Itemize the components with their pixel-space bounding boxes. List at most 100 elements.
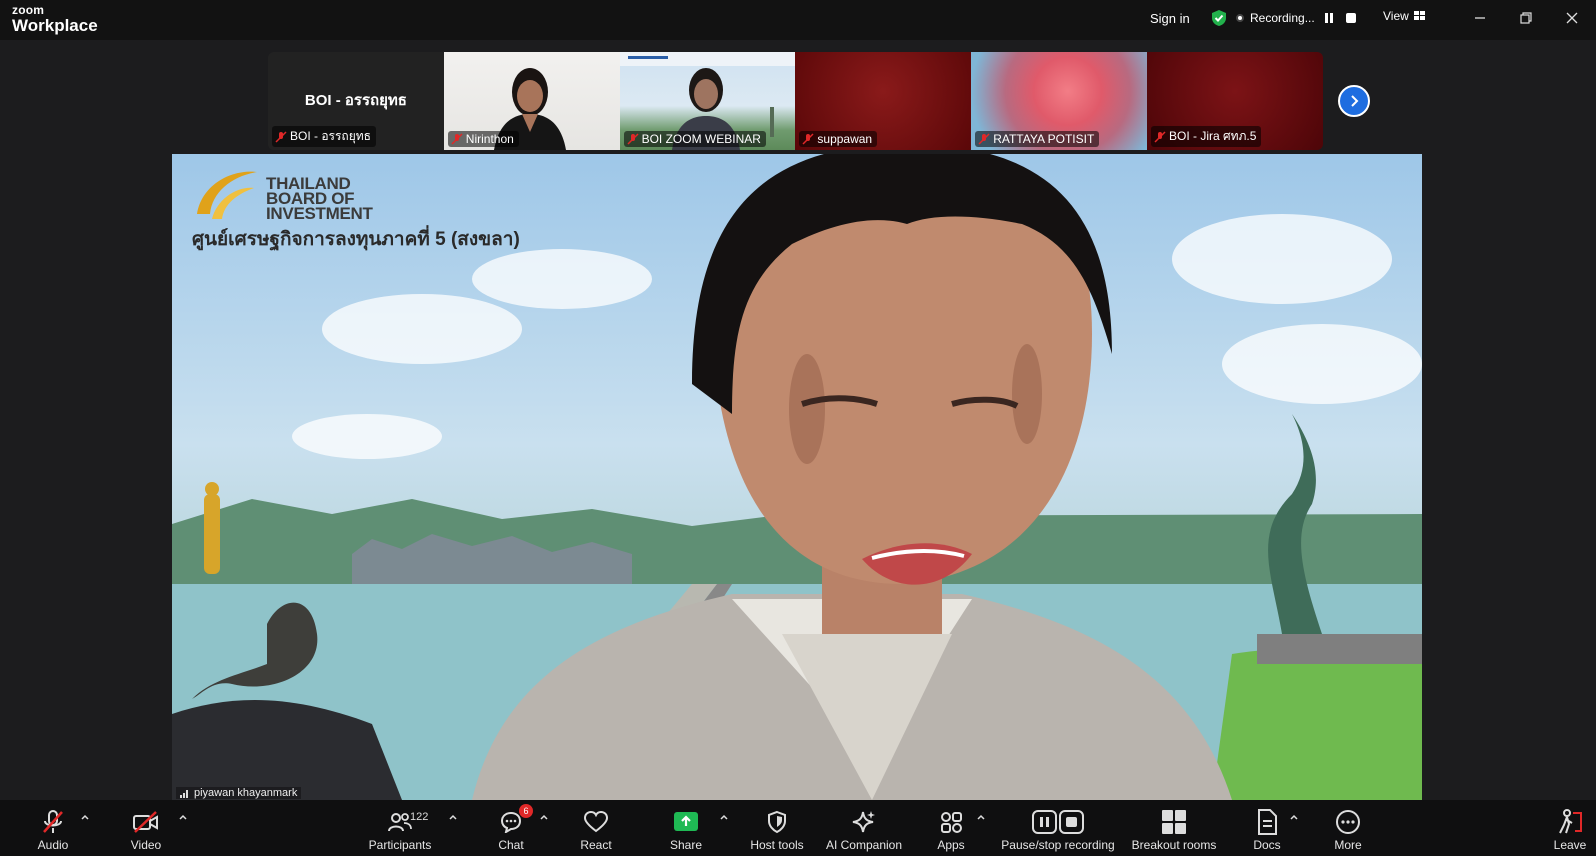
meeting-toolbar: Audio Video 122 Participants 6 Chat Reac…	[0, 800, 1596, 856]
apps-options-chevron-icon[interactable]	[976, 812, 986, 822]
participant-thumbnail-strip: BOI - อรรถยุทธ BOI - อรรถยุทธ Nirinthon	[268, 52, 1323, 150]
participant-name: BOI - Jira ศทภ.5	[1168, 129, 1257, 143]
breakout-rooms-icon	[1162, 810, 1186, 834]
video-off-icon	[133, 811, 158, 833]
chevron-right-icon	[1351, 95, 1359, 107]
participant-tile[interactable]: BOI ZOOM WEBINAR	[619, 52, 796, 150]
pause-stop-recording-icon	[1032, 810, 1084, 834]
share-button[interactable]: Share	[666, 800, 706, 856]
virtual-background-caption: ศูนย์เศรษฐกิจการลงทุนภาคที่ 5 (สงขลา)	[192, 229, 520, 250]
more-button[interactable]: More	[1330, 800, 1366, 856]
audio-options-chevron-icon[interactable]	[80, 812, 90, 822]
speaker-name: piyawan khayanmark	[194, 787, 298, 799]
participant-tile[interactable]: RATTAYA POTISIT	[971, 52, 1147, 150]
title-bar: zoom Workplace Sign in Recording... View	[0, 0, 1596, 40]
recording-indicator: Recording...	[1236, 6, 1359, 30]
brand-line-3: INVESTMENT	[266, 204, 373, 223]
participant-tile[interactable]: suppawan	[795, 52, 972, 150]
logo-top: zoom	[12, 3, 45, 17]
restore-icon[interactable]	[1516, 8, 1536, 28]
docs-options-chevron-icon[interactable]	[1289, 812, 1299, 822]
breakout-rooms-button[interactable]: Breakout rooms	[1130, 800, 1218, 856]
mic-muted-icon	[275, 130, 287, 143]
document-icon	[1258, 809, 1277, 835]
leave-icon	[1559, 809, 1582, 834]
security-shield-icon[interactable]	[1210, 9, 1228, 27]
mic-muted-icon	[627, 133, 639, 145]
minimize-icon[interactable]	[1470, 8, 1490, 28]
participant-name: Nirinthon	[465, 132, 514, 146]
more-icon	[1336, 810, 1360, 834]
chat-button[interactable]: 6 Chat	[493, 800, 533, 856]
sign-in-link[interactable]: Sign in	[1150, 0, 1190, 36]
mic-muted-icon	[802, 133, 814, 145]
speaker-name-tag: piyawan khayanmark	[176, 787, 302, 799]
participant-name: BOI ZOOM WEBINAR	[641, 132, 761, 146]
signal-strength-icon	[180, 789, 188, 798]
zoom-workplace-logo: zoom Workplace	[12, 4, 98, 34]
host-tools-label: Host tools	[750, 838, 804, 852]
participants-count: 122	[410, 811, 429, 823]
sparkle-icon	[852, 811, 875, 833]
react-button[interactable]: React	[576, 800, 616, 856]
video-button[interactable]: Video	[123, 800, 169, 856]
stop-recording-icon[interactable]	[1343, 10, 1359, 26]
participant-name-tag: suppawan	[799, 131, 878, 147]
ai-companion-button[interactable]: AI Companion	[823, 800, 905, 856]
participant-name-tag: BOI ZOOM WEBINAR	[623, 131, 766, 147]
next-page-button[interactable]	[1338, 85, 1370, 117]
logo-bottom: Workplace	[12, 16, 98, 35]
chat-unread-badge: 6	[519, 804, 533, 818]
mic-muted-icon	[451, 133, 463, 145]
boi-logo-icon	[192, 164, 262, 229]
video-options-chevron-icon[interactable]	[178, 812, 188, 822]
mic-muted-icon	[43, 810, 63, 833]
pause-stop-recording-button[interactable]: Pause/stop recording	[1000, 800, 1116, 856]
participant-name-tag: BOI - อรรถยุทธ	[272, 126, 376, 147]
audio-button[interactable]: Audio	[30, 800, 76, 856]
mic-muted-icon	[1154, 130, 1166, 143]
chat-label: Chat	[498, 838, 524, 852]
participant-name: suppawan	[817, 132, 873, 146]
pause-recording-icon[interactable]	[1321, 10, 1337, 26]
participants-label: Participants	[368, 838, 432, 852]
share-screen-icon	[674, 812, 698, 831]
apps-label: Apps	[937, 838, 965, 852]
leave-label: Leave	[1553, 838, 1587, 852]
participant-name: RATTAYA POTISIT	[993, 132, 1095, 146]
participant-tile[interactable]: BOI - Jira ศทภ.5	[1146, 52, 1323, 150]
recording-dot-icon	[1236, 14, 1244, 22]
chat-options-chevron-icon[interactable]	[539, 812, 549, 822]
more-label: More	[1334, 838, 1362, 852]
shield-icon	[768, 810, 786, 834]
participant-tile[interactable]: BOI - อรรถยุทธ BOI - อรรถยุทธ	[268, 52, 444, 150]
participants-button[interactable]: 122 Participants	[363, 800, 437, 856]
react-label: React	[580, 838, 612, 852]
apps-button[interactable]: Apps	[933, 800, 969, 856]
participant-name-tag: RATTAYA POTISIT	[975, 131, 1100, 147]
participant-display-name: BOI - อรรถยุทธ	[304, 92, 407, 109]
breakout-rooms-label: Breakout rooms	[1131, 838, 1217, 852]
docs-label: Docs	[1253, 838, 1281, 852]
pause-stop-label: Pause/stop recording	[1001, 838, 1115, 852]
docs-button[interactable]: Docs	[1249, 800, 1285, 856]
leave-button[interactable]: Leave	[1550, 800, 1590, 856]
participant-name-tag: Nirinthon	[447, 131, 519, 147]
participants-options-chevron-icon[interactable]	[448, 812, 458, 822]
mic-muted-icon	[978, 133, 990, 145]
participant-name: BOI - อรรถยุทธ	[290, 129, 371, 143]
share-options-chevron-icon[interactable]	[719, 812, 729, 822]
participant-tile[interactable]: Nirinthon	[443, 52, 620, 150]
boi-brand-text: THAILAND BOARD OF INVESTMENT	[266, 175, 373, 223]
view-label: View	[1383, 9, 1409, 23]
apps-icon	[941, 812, 962, 833]
grid-view-icon	[1413, 11, 1425, 20]
heart-icon	[583, 811, 609, 833]
host-tools-button[interactable]: Host tools	[746, 800, 808, 856]
ai-companion-label: AI Companion	[825, 838, 903, 852]
view-button[interactable]: View	[1383, 9, 1426, 23]
audio-label: Audio	[37, 838, 69, 852]
close-icon[interactable]	[1562, 8, 1582, 28]
share-label: Share	[669, 838, 703, 852]
participant-name-tag: BOI - Jira ศทภ.5	[1150, 126, 1262, 147]
